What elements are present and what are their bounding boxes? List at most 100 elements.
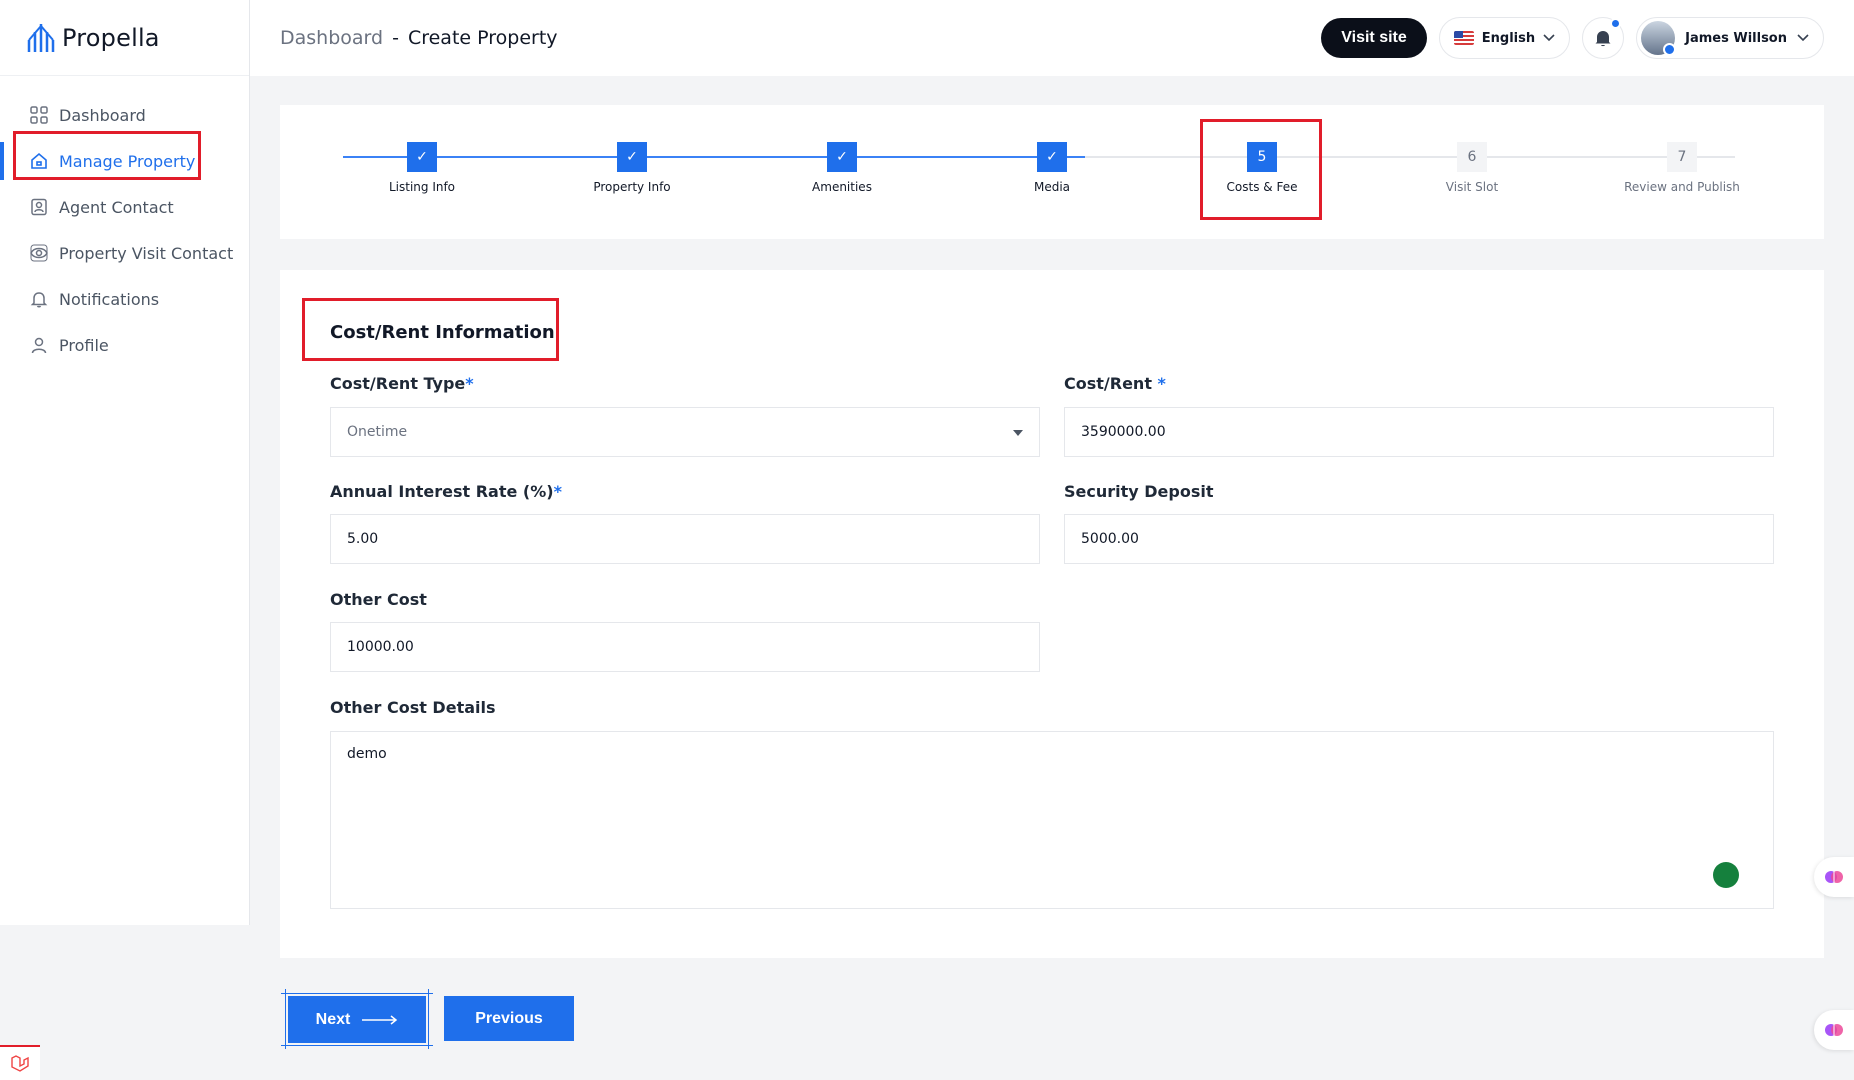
sidebar-item-label: Dashboard — [59, 105, 146, 125]
sidebar-item-agent-contact[interactable]: Agent Contact — [0, 184, 249, 230]
step-label: Property Info — [593, 180, 671, 194]
previous-button[interactable]: Previous — [444, 996, 574, 1041]
input-value: 5000.00 — [1081, 531, 1139, 547]
focus-mark — [281, 993, 433, 994]
bell-icon — [29, 289, 49, 309]
check-icon: ✓ — [1037, 142, 1067, 172]
header-actions: Visit site English James Willson — [1321, 17, 1824, 59]
other-cost-input[interactable]: 10000.00 — [330, 622, 1040, 672]
check-icon: ✓ — [407, 142, 437, 172]
sidebar-item-profile[interactable]: Profile — [0, 322, 249, 368]
contact-card-icon — [29, 197, 49, 217]
other-cost-details-textarea[interactable]: demo — [330, 731, 1774, 909]
check-icon: ✓ — [617, 142, 647, 172]
focus-mark — [281, 1045, 433, 1046]
home-icon — [29, 151, 49, 171]
required-marker: * — [553, 482, 562, 501]
sidebar-nav: Dashboard Manage Property Agent Contact … — [0, 76, 249, 368]
step-property-info[interactable]: ✓ Property Info — [542, 142, 722, 194]
step-number: 5 — [1247, 142, 1277, 172]
brain-icon — [1825, 1024, 1843, 1036]
interest-rate-label: Annual Interest Rate (%)* — [330, 482, 562, 501]
notifications-button[interactable] — [1582, 17, 1625, 59]
laravel-icon — [11, 1054, 29, 1072]
other-cost-label: Other Cost — [330, 590, 427, 609]
sidebar-item-notifications[interactable]: Notifications — [0, 276, 249, 322]
sidebar-item-label: Profile — [59, 335, 109, 355]
step-label: Visit Slot — [1445, 180, 1499, 194]
step-visit-slot[interactable]: 6 Visit Slot — [1382, 142, 1562, 194]
grammarly-icon[interactable] — [1713, 862, 1739, 888]
step-costs-fee[interactable]: 5 Costs & Fee — [1172, 142, 1352, 194]
cost-rent-type-select[interactable]: Onetime — [330, 407, 1040, 457]
sidebar-item-label: Agent Contact — [59, 197, 174, 217]
sidebar-item-property-visit-contact[interactable]: Property Visit Contact — [0, 230, 249, 276]
user-menu[interactable]: James Willson — [1636, 17, 1824, 59]
sidebar-item-label: Manage Property — [59, 151, 196, 171]
sidebar-item-manage-property[interactable]: Manage Property — [0, 138, 249, 184]
language-selector[interactable]: English — [1438, 17, 1571, 59]
input-value: 3590000.00 — [1081, 424, 1166, 440]
textarea-value: demo — [347, 746, 387, 762]
step-label: Listing Info — [388, 180, 456, 194]
chevron-down-icon — [1543, 34, 1555, 42]
eye-icon — [29, 243, 49, 263]
step-label: Costs & Fee — [1226, 180, 1298, 194]
section-title: Cost/Rent Information — [330, 322, 555, 343]
step-review-publish[interactable]: 7 Review and Publish — [1592, 142, 1772, 194]
sidebar-item-label: Notifications — [59, 289, 160, 309]
user-name: James Willson — [1685, 30, 1787, 46]
breadcrumb-current: Create Property — [407, 27, 558, 49]
step-label: Review and Publish — [1624, 180, 1740, 194]
select-value: Onetime — [347, 424, 408, 440]
breadcrumb-parent[interactable]: Dashboard — [280, 27, 383, 49]
cost-rent-input[interactable]: 3590000.00 — [1064, 407, 1774, 457]
step-listing-info[interactable]: ✓ Listing Info — [332, 142, 512, 194]
interest-rate-input[interactable]: 5.00 — [330, 514, 1040, 564]
check-icon: ✓ — [827, 142, 857, 172]
security-deposit-input[interactable]: 5000.00 — [1064, 514, 1774, 564]
notification-dot — [1610, 18, 1622, 29]
top-header: Dashboard - Create Property Visit site E… — [250, 0, 1854, 76]
label-text: Other Cost — [330, 590, 427, 609]
breadcrumb-separator: - — [392, 27, 399, 49]
step-media[interactable]: ✓ Media — [962, 142, 1142, 194]
other-cost-details-label: Other Cost Details — [330, 698, 496, 717]
required-marker: * — [465, 374, 474, 393]
cost-rent-form: Cost/Rent Information Cost/Rent Type* On… — [280, 270, 1824, 958]
label-text: Cost/Rent — [1064, 374, 1152, 393]
brain-icon — [1825, 871, 1843, 883]
sidebar-item-dashboard[interactable]: Dashboard — [0, 92, 249, 138]
security-deposit-label: Security Deposit — [1064, 482, 1214, 501]
label-text: Annual Interest Rate (%) — [330, 482, 554, 501]
visit-site-button[interactable]: Visit site — [1321, 18, 1427, 58]
label-text: Cost/Rent Type — [330, 374, 466, 393]
arrow-right-icon — [362, 1014, 398, 1025]
app-name: Propella — [62, 23, 160, 52]
ai-assistant-bubble-secondary[interactable] — [1814, 1010, 1854, 1050]
ai-assistant-bubble[interactable] — [1814, 857, 1854, 897]
step-amenities[interactable]: ✓ Amenities — [752, 142, 932, 194]
language-label: English — [1481, 30, 1536, 46]
sidebar: Propella Dashboard Manage Property Agent… — [0, 0, 250, 925]
label-text: Other Cost Details — [330, 698, 496, 717]
laravel-debug-tab[interactable] — [0, 1045, 40, 1080]
focus-mark — [428, 989, 429, 1049]
next-button[interactable]: Next — [288, 996, 426, 1043]
app-logo[interactable]: Propella — [0, 0, 249, 76]
label-text: Security Deposit — [1064, 482, 1214, 501]
required-marker: * — [1157, 374, 1166, 393]
stepper: ✓ Listing Info ✓ Property Info ✓ Ameniti… — [280, 105, 1824, 239]
bell-icon — [1595, 31, 1611, 47]
dashboard-grid-icon — [29, 105, 49, 125]
user-icon — [29, 335, 49, 355]
input-value: 5.00 — [347, 531, 379, 547]
step-number: 7 — [1667, 142, 1697, 172]
step-number: 6 — [1457, 142, 1487, 172]
propella-logo-icon — [27, 23, 55, 52]
sidebar-item-label: Property Visit Contact — [59, 243, 234, 263]
cost-rent-type-label: Cost/Rent Type* — [330, 374, 474, 393]
step-label: Amenities — [812, 180, 872, 194]
caret-down-icon — [1013, 430, 1023, 436]
cost-rent-label: Cost/Rent * — [1064, 374, 1166, 393]
